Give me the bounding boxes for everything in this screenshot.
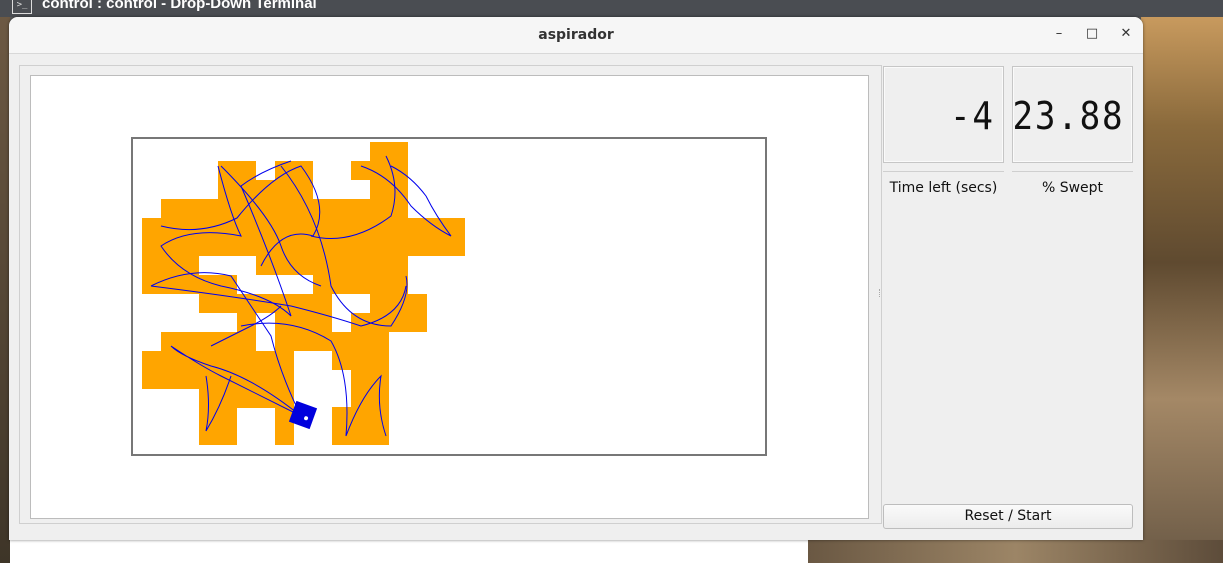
- desktop-wallpaper-bottom: [808, 540, 1223, 563]
- divider: [1012, 171, 1133, 172]
- app-window: aspirador – □ ✕ -4 23.88 Time left (secs…: [9, 17, 1143, 540]
- splitter-handle[interactable]: [879, 289, 883, 297]
- swept-label: % Swept: [1041, 180, 1104, 196]
- terminal-title: control : control - Drop-Down Terminal: [42, 0, 317, 12]
- window-titlebar[interactable]: aspirador – □ ✕: [9, 17, 1143, 54]
- time-left-display: -4: [883, 66, 1004, 163]
- maximize-button[interactable]: □: [1083, 25, 1101, 43]
- close-button[interactable]: ✕: [1117, 25, 1135, 43]
- swept-display: 23.88: [1012, 66, 1133, 163]
- swept-area: [142, 142, 465, 445]
- desktop-wallpaper-right: [1141, 17, 1223, 563]
- time-left-label: Time left (secs): [889, 180, 998, 196]
- terminal-icon: >_: [12, 0, 32, 14]
- reset-start-button[interactable]: Reset / Start: [883, 504, 1133, 529]
- minimize-button[interactable]: –: [1050, 25, 1068, 43]
- background-window: [10, 540, 808, 563]
- window-title: aspirador: [538, 27, 614, 43]
- divider: [883, 171, 1004, 172]
- time-left-value: -4: [950, 94, 995, 138]
- canvas-frame: [19, 65, 882, 524]
- simulation-canvas: [30, 75, 869, 519]
- swept-value: 23.88: [1012, 94, 1124, 138]
- terminal-titlebar[interactable]: >_ control : control - Drop-Down Termina…: [0, 0, 1223, 17]
- room-map: [131, 137, 767, 456]
